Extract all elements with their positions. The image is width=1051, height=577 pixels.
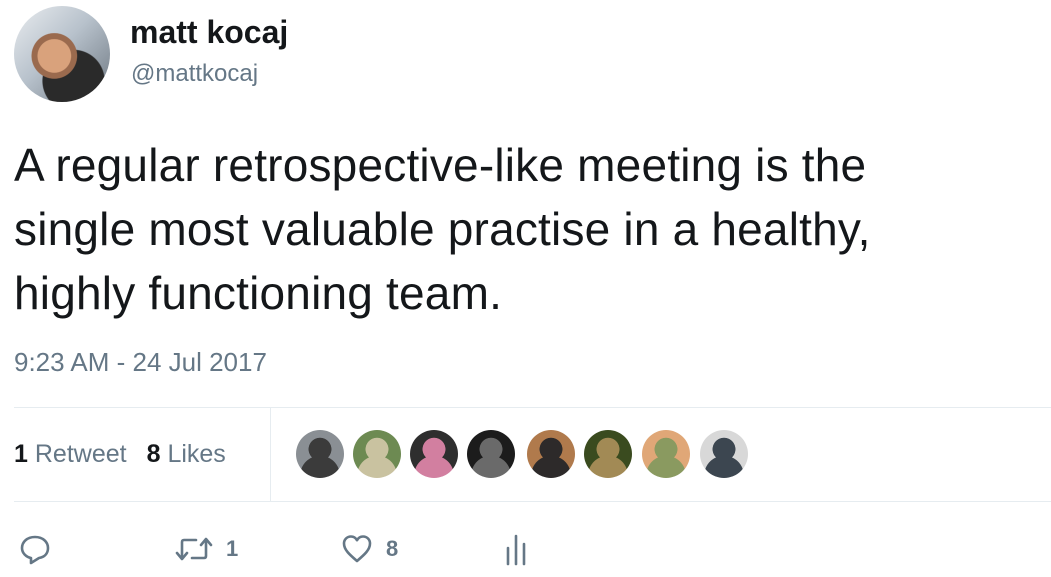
divider	[14, 501, 1051, 502]
likes-label: Likes	[167, 440, 226, 468]
author-avatar[interactable]	[14, 6, 110, 102]
likes-stat[interactable]: 8 Likes	[147, 440, 226, 468]
like-count: 8	[146, 440, 161, 468]
liker-avatar[interactable]	[527, 430, 575, 478]
tweet-line: single most valuable practise in a healt…	[14, 203, 871, 255]
tweet-actions: 1 8	[0, 525, 1051, 573]
liker-avatar[interactable]	[410, 430, 458, 478]
retweet-label: Retweet	[34, 440, 127, 468]
divider	[14, 407, 1051, 408]
like-button[interactable]: 8	[340, 525, 398, 573]
like-action-count: 8	[386, 536, 399, 561]
liker-avatar[interactable]	[584, 430, 632, 478]
tweet-line: A regular retrospective-like meeting is …	[14, 139, 867, 191]
liker-avatar[interactable]	[467, 430, 515, 478]
stats-divider	[270, 408, 271, 501]
tweet-line: highly functioning team.	[14, 267, 503, 319]
reply-icon	[20, 535, 50, 565]
retweet-count: 1	[14, 440, 28, 468]
liker-avatar[interactable]	[642, 430, 690, 478]
author-handle[interactable]: @mattkocaj	[131, 58, 258, 90]
liker-avatar[interactable]	[296, 430, 344, 478]
tweet-timestamp[interactable]: 9:23 AM - 24 Jul 2017	[14, 345, 267, 379]
analytics-button[interactable]	[502, 525, 532, 573]
retweet-stat[interactable]: 1 Retweet	[14, 440, 127, 468]
retweet-button[interactable]: 1	[174, 525, 238, 573]
liker-avatar[interactable]	[353, 430, 401, 478]
retweet-action-count: 1	[226, 536, 239, 561]
tweet-stats: 1 Retweet 8 Likes	[14, 438, 226, 470]
author-name[interactable]: matt kocaj	[130, 12, 288, 52]
heart-icon	[342, 535, 372, 563]
liker-avatar[interactable]	[700, 430, 748, 478]
analytics-icon	[506, 534, 526, 566]
tweet-text: A regular retrospective-like meeting is …	[14, 133, 1044, 325]
retweet-icon	[175, 537, 213, 561]
reply-button[interactable]	[18, 525, 52, 573]
